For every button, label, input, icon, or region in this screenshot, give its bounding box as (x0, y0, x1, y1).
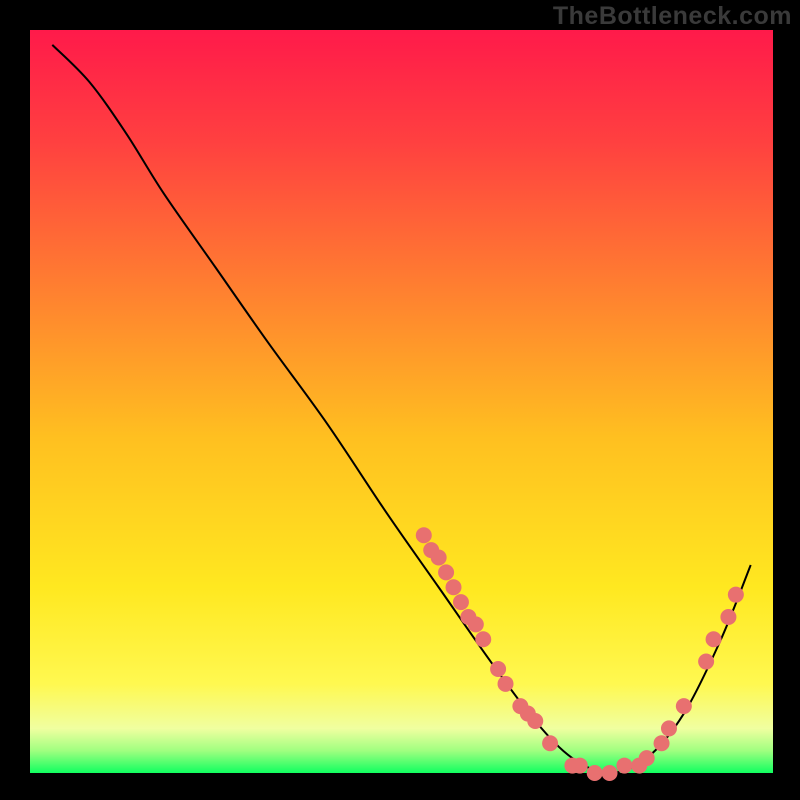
data-point (572, 758, 588, 774)
data-point (728, 587, 744, 603)
plot-background (30, 30, 773, 773)
data-point (527, 713, 543, 729)
data-point (468, 616, 484, 632)
data-point (587, 765, 603, 781)
data-point (446, 579, 462, 595)
data-point (676, 698, 692, 714)
data-point (431, 550, 447, 566)
data-point (602, 765, 618, 781)
data-point (720, 609, 736, 625)
data-point (475, 631, 491, 647)
data-point (654, 735, 670, 751)
data-point (453, 594, 469, 610)
data-point (706, 631, 722, 647)
data-point (698, 654, 714, 670)
data-point (661, 720, 677, 736)
data-point (416, 527, 432, 543)
data-point (616, 758, 632, 774)
chart-container: TheBottleneck.com (0, 0, 800, 800)
chart-svg (0, 0, 800, 800)
data-point (498, 676, 514, 692)
data-point (438, 564, 454, 580)
data-point (639, 750, 655, 766)
data-point (490, 661, 506, 677)
data-point (542, 735, 558, 751)
watermark-text: TheBottleneck.com (553, 2, 792, 31)
